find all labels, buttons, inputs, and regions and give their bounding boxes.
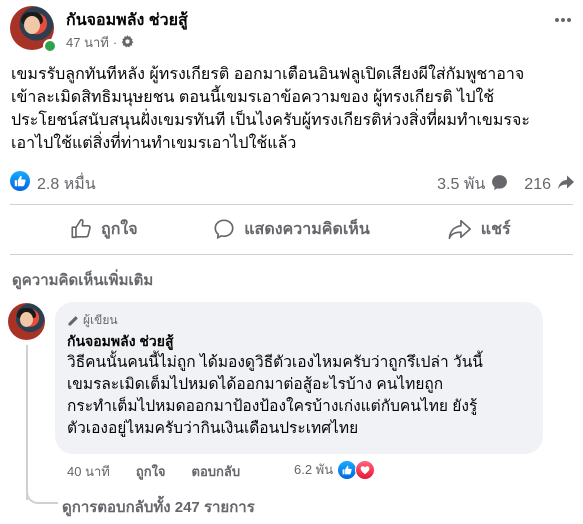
post-text: เขมรรับลูกทันทีหลัง ผู้ทรงเกียรติ ออกมาเ… bbox=[11, 66, 530, 152]
comment-bubble: ผู้เขียน กันจอมพลัง ช่วยสู้ วิธีคนนั้นคน… bbox=[55, 302, 543, 454]
reply-thread-curve bbox=[26, 480, 58, 504]
comment-text: วิธีคนนั้นคนนี้ไม่ถูก ได้มองดูวิธีตัวเอง… bbox=[67, 354, 483, 437]
more-horizontal-icon bbox=[555, 18, 571, 22]
share-count[interactable]: 216 bbox=[524, 176, 551, 194]
comment-reply-button[interactable]: ตอบกลับ bbox=[192, 461, 241, 482]
post-meta: 47 นาที · bbox=[66, 32, 134, 53]
like-button[interactable]: ถูกใจ bbox=[10, 212, 198, 246]
comment-actions: 40 นาที ถูกใจ ตอบกลับ bbox=[67, 461, 240, 482]
avatar-face bbox=[24, 16, 40, 34]
love-reaction-icon bbox=[355, 459, 376, 480]
page-name[interactable]: กันจอมพลัง ช่วยสู้ bbox=[66, 8, 188, 33]
share-button[interactable]: แชร์ bbox=[385, 212, 573, 246]
pencil-icon bbox=[68, 315, 78, 325]
stats-divider bbox=[10, 204, 573, 205]
comment-count[interactable]: 3.5 พัน bbox=[437, 172, 485, 197]
reply-thread-line bbox=[26, 345, 28, 500]
like-reaction-icon[interactable] bbox=[10, 171, 30, 191]
reaction-count[interactable]: 2.8 หมื่น bbox=[37, 172, 96, 197]
post-time[interactable]: 47 นาที bbox=[66, 32, 109, 53]
share-arrow-icon bbox=[557, 174, 575, 196]
commenter-name[interactable]: กันจอมพลัง ช่วยสู้ bbox=[67, 331, 174, 353]
comment-button-label: แสดงความคิดเห็น bbox=[244, 220, 370, 238]
view-replies-link[interactable]: ดูการตอบกลับทั้ง 247 รายการ bbox=[62, 495, 255, 519]
post-action-bar: ถูกใจ แสดงความคิดเห็น แชร์ bbox=[10, 212, 573, 246]
comment-reaction-count: 6.2 พัน bbox=[294, 462, 334, 477]
post-stats: 2.8 หมื่น 3.5 พัน 216 bbox=[10, 170, 575, 194]
actions-divider bbox=[10, 254, 573, 255]
view-more-comments-link[interactable]: ดูความคิดเห็นเพิ่มเติม bbox=[12, 268, 153, 292]
thumbs-up-icon bbox=[71, 218, 91, 239]
comment-time[interactable]: 40 นาที bbox=[67, 461, 110, 482]
commenter-avatar-face bbox=[20, 312, 33, 327]
author-badge-label: ผู้เขียน bbox=[83, 313, 118, 327]
more-options-button[interactable] bbox=[553, 10, 573, 36]
engagement-counts: 3.5 พัน 216 bbox=[437, 172, 575, 197]
author-badge: ผู้เขียน bbox=[67, 311, 118, 330]
share-icon bbox=[448, 219, 471, 240]
settings-gear-icon[interactable] bbox=[121, 34, 134, 51]
comment-reactions[interactable]: 6.2 พัน bbox=[294, 459, 376, 480]
like-reaction-icon bbox=[337, 459, 358, 480]
post-header: กันจอมพลัง ช่วยสู้ 47 นาที · bbox=[10, 6, 573, 53]
online-status-indicator bbox=[43, 39, 57, 53]
share-button-label: แชร์ bbox=[480, 220, 511, 238]
comment-like-button[interactable]: ถูกใจ bbox=[136, 461, 166, 482]
comment-icon bbox=[214, 219, 234, 240]
like-button-label: ถูกใจ bbox=[101, 220, 138, 238]
comment-bubble-icon bbox=[491, 174, 508, 196]
meta-separator: · bbox=[112, 35, 118, 50]
commenter-avatar[interactable] bbox=[8, 303, 45, 340]
comment-button[interactable]: แสดงความคิดเห็น bbox=[198, 212, 386, 246]
